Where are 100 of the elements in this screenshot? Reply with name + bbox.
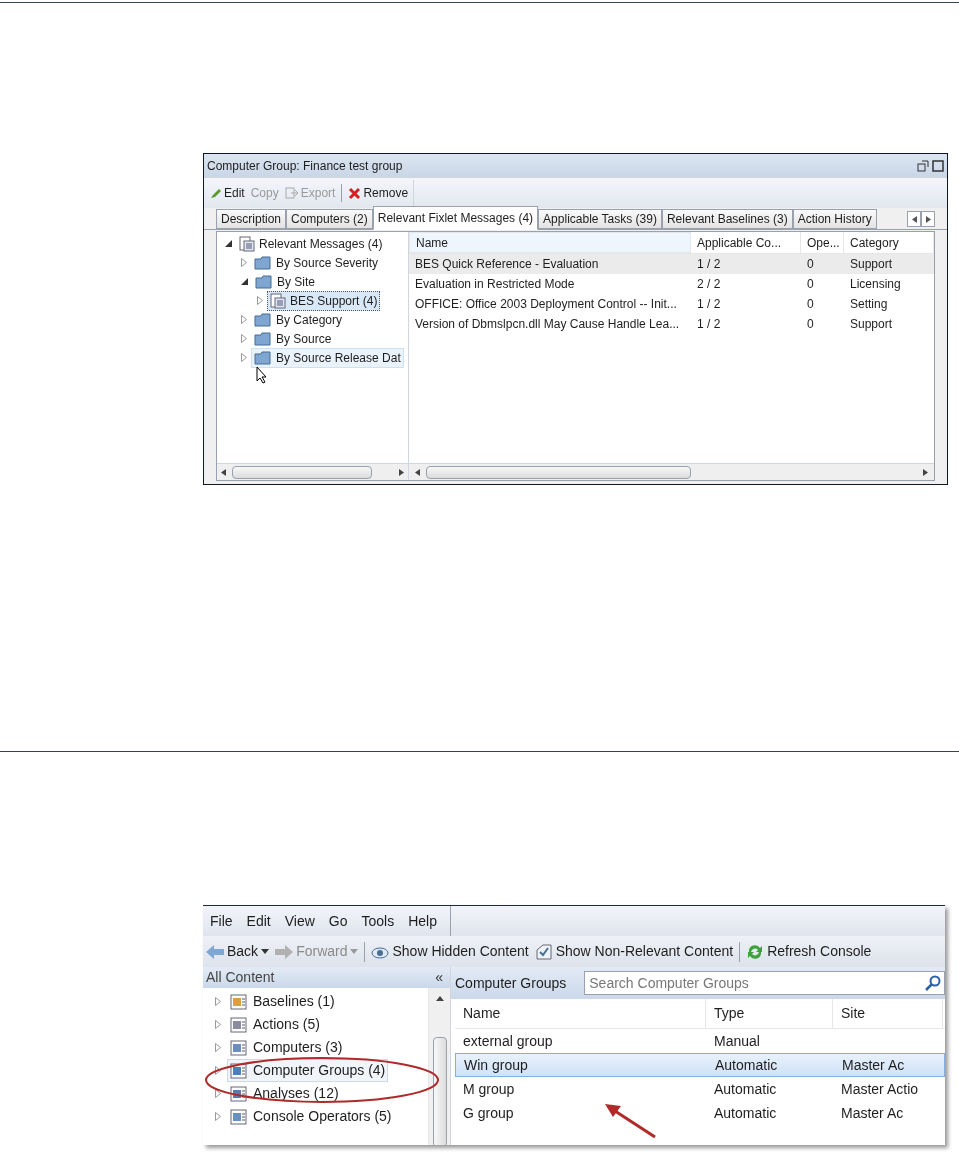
- tree-item[interactable]: By Source: [251, 328, 335, 349]
- scroll-right-button[interactable]: [921, 211, 935, 227]
- collapsed-arrow-icon: [215, 1043, 221, 1052]
- document-list-icon: [270, 292, 286, 309]
- menu-item[interactable]: Tools: [354, 910, 402, 932]
- tree-item[interactable]: By Category: [251, 309, 346, 330]
- table-cell-text: Master Ac: [841, 1103, 904, 1123]
- pencil-icon: [210, 187, 222, 199]
- menu-item[interactable]: Edit: [239, 910, 278, 932]
- folder-icon: [255, 274, 273, 289]
- table-cell-text: 0: [807, 276, 814, 293]
- nav-item[interactable]: Computers (3): [227, 1036, 346, 1059]
- table-cell-text: 1 / 2: [697, 256, 721, 273]
- tree-item[interactable]: By Source Release Dat: [251, 347, 404, 368]
- table-row[interactable]: M group Automatic Master Actio: [455, 1077, 945, 1101]
- close-icon: [348, 186, 362, 200]
- table-cell-text: Setting: [850, 296, 888, 313]
- left-arrow-icon: [206, 944, 224, 959]
- column-header[interactable]: Type: [706, 999, 833, 1028]
- table-row[interactable]: Win group Automatic Master Ac: [455, 1053, 945, 1077]
- menu-item[interactable]: File: [203, 910, 240, 932]
- folder-icon: [254, 350, 272, 365]
- table-cell-text: Licensing: [850, 276, 901, 293]
- tab[interactable]: Description: [216, 209, 287, 229]
- table-cell-text: Manual: [714, 1031, 760, 1051]
- caret-icon: [261, 949, 270, 954]
- collapsed-arrow-icon: [215, 1020, 221, 1029]
- horizontal-scrollbar[interactable]: [409, 463, 934, 480]
- table-row[interactable]: OFFICE: Office 2003 Deployment Control -- Init... 1 / 2 0 Setting: [409, 294, 934, 314]
- list-icon: [230, 1038, 248, 1057]
- list-icon: [230, 1015, 248, 1034]
- column-header[interactable]: Name: [455, 999, 706, 1028]
- nav-item[interactable]: Baselines (1): [227, 990, 338, 1013]
- table-cell-text: Win group: [464, 1055, 528, 1075]
- table-cell-text: Automatic: [715, 1055, 778, 1075]
- folder-icon: [254, 255, 272, 270]
- tab[interactable]: Action History: [792, 209, 877, 229]
- collapse-button[interactable]: «: [435, 967, 447, 988]
- table-row[interactable]: BES Quick Reference - Evaluation 1 / 2 0 Support: [409, 254, 934, 274]
- table-cell-text: 0: [807, 256, 814, 273]
- tab[interactable]: Applicable Tasks (39): [538, 209, 662, 229]
- pane-title: Computer Groups: [455, 973, 567, 993]
- toolbar-button[interactable]: Show Non-Relevant Content: [531, 941, 737, 962]
- collapsed-arrow-icon: [215, 1112, 221, 1121]
- right-arrow-icon: [399, 468, 404, 476]
- column-header[interactable]: Name: [409, 232, 691, 253]
- toolbar-button[interactable]: Edit: [207, 184, 248, 202]
- table-cell-text: 1 / 2: [697, 296, 721, 313]
- left-arrow-icon: [221, 468, 226, 476]
- table-cell-text: OFFICE: Office 2003 Deployment Control -- Init...: [415, 296, 677, 313]
- horizontal-scrollbar[interactable]: [217, 463, 408, 480]
- tab[interactable]: Relevant Baselines (3): [661, 209, 793, 229]
- menu-item[interactable]: View: [277, 910, 322, 932]
- tree-item[interactable]: BES Support (4): [267, 290, 381, 311]
- annotation-arrow: [605, 1104, 656, 1139]
- table-cell-text: Master Ac: [842, 1055, 905, 1075]
- table-cell-text: external group: [463, 1031, 553, 1051]
- table-cell-text: 0: [807, 316, 814, 333]
- table-row[interactable]: G group Automatic Master Ac: [455, 1101, 945, 1125]
- scroll-left-button[interactable]: [907, 211, 921, 227]
- list-icon: [230, 992, 248, 1011]
- folder-icon: [254, 312, 272, 327]
- tree-item[interactable]: By Site: [252, 271, 318, 292]
- table-cell-text: 0: [807, 296, 814, 313]
- table-cell-text: 1 / 2: [697, 316, 721, 333]
- table-cell-text: Version of Dbmslpcn.dll May Cause Handle Lea...: [415, 316, 680, 333]
- vertical-scrollbar[interactable]: [428, 988, 450, 1145]
- menu-item[interactable]: Go: [321, 910, 355, 932]
- table-row[interactable]: Version of Dbmslpcn.dll May Cause Handle Lea... 1 / 2 0 Support: [409, 314, 934, 334]
- search-icon: [925, 975, 941, 991]
- right-arrow-icon: [925, 215, 931, 223]
- nav-item[interactable]: Analyses (12): [227, 1082, 342, 1105]
- column-header[interactable]: Applicable Co...: [691, 232, 801, 253]
- table-cell-text: Support: [850, 316, 893, 333]
- table-row[interactable]: Evaluation in Restricted Mode 2 / 2 0 Licensing: [409, 274, 934, 294]
- column-header[interactable]: Category: [844, 232, 934, 253]
- search-field[interactable]: Search Computer Groups: [584, 971, 945, 995]
- nav-item[interactable]: Actions (5): [227, 1013, 323, 1036]
- menu-item[interactable]: Help: [401, 910, 444, 932]
- document-check-icon: [534, 943, 553, 960]
- caret-icon: [350, 949, 359, 954]
- nav-item[interactable]: Console Operators (5): [227, 1105, 395, 1128]
- toolbar-button[interactable]: Show Hidden Content: [368, 941, 532, 962]
- table-cell-text: Evaluation in Restricted Mode: [415, 276, 575, 293]
- toolbar-button[interactable]: Remove: [345, 184, 412, 202]
- table-cell-text: G group: [463, 1103, 514, 1123]
- toolbar-button[interactable]: Back: [203, 941, 273, 962]
- list-icon: [230, 1107, 248, 1126]
- tree-item[interactable]: Relevant Messages (4): [236, 233, 386, 254]
- left-arrow-icon: [415, 468, 420, 476]
- right-arrow-icon: [923, 468, 928, 476]
- nav-item[interactable]: Computer Groups (4): [227, 1059, 389, 1082]
- tree-item[interactable]: By Source Severity: [251, 252, 382, 273]
- toolbar-button[interactable]: Refresh Console: [743, 941, 875, 962]
- column-header[interactable]: Site: [833, 999, 943, 1028]
- table-row[interactable]: external group Manual: [455, 1029, 945, 1053]
- column-header[interactable]: Ope...: [801, 232, 844, 253]
- tab[interactable]: Relevant Fixlet Messages (4): [372, 206, 539, 230]
- tab[interactable]: Computers (2): [286, 209, 373, 229]
- table-cell-text: 2 / 2: [697, 276, 721, 293]
